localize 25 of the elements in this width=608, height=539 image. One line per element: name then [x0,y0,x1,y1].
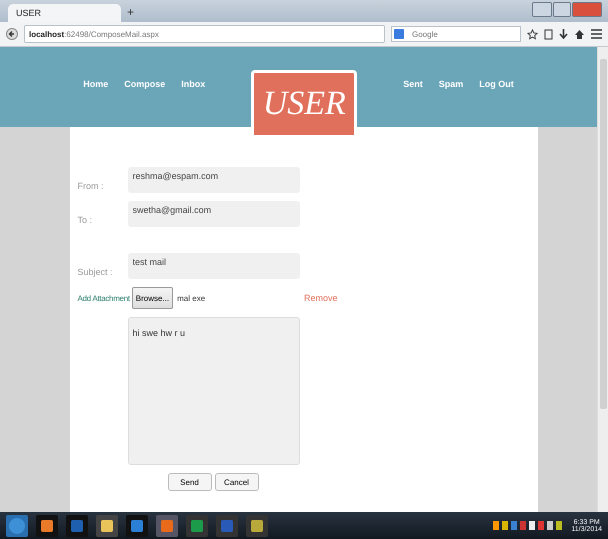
new-tab-button[interactable]: + [127,5,134,19]
address-bar[interactable]: localhost:62498/ComposeMail.aspx [24,25,385,43]
home-icon[interactable] [574,28,585,40]
field-label: To : [78,215,94,227]
download-icon[interactable] [559,28,568,40]
add-attachment-link[interactable]: Add Attachment [78,294,130,302]
menu-icon[interactable] [591,29,602,39]
input-field[interactable]: reshma@espam.com [128,167,300,193]
maximize-button[interactable] [553,2,571,17]
browser-tab[interactable]: USER [8,4,121,22]
send-button[interactable]: Send [168,473,212,491]
star-icon[interactable] [527,28,538,40]
back-icon[interactable] [6,28,18,40]
search-field[interactable]: Google [391,26,521,42]
minimize-button[interactable] [532,2,552,17]
input-field[interactable]: test mail [128,253,300,279]
browse-button[interactable]: Browse... [132,287,174,309]
message-field[interactable]: hi swe hw r u [128,317,300,465]
scrollbar[interactable] [597,47,608,512]
field-label: Subject : [78,267,114,279]
cancel-button[interactable]: Cancel [214,473,258,491]
site-logo: USER [251,70,358,135]
field-label: From : [78,181,104,193]
input-field[interactable]: swetha@gmail.com [128,201,300,227]
file-name: mal exe [177,294,206,302]
